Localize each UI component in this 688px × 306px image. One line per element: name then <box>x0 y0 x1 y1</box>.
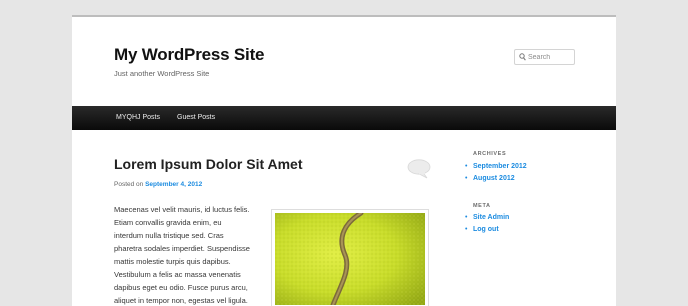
nav-item-guest-posts[interactable]: Guest Posts <box>177 106 215 130</box>
post-title[interactable]: Lorem Ipsum Dolor Sit Amet <box>114 156 303 172</box>
archive-item: • September 2012 <box>464 161 527 173</box>
post-meta-prefix: Posted on <box>114 181 144 188</box>
meta-item: • Site Admin <box>464 212 509 224</box>
post-content-line: dapibus eget eu odio. Fusce purus arcu, <box>114 283 248 292</box>
bullet-icon: • <box>465 214 468 221</box>
nav-item-myqhj-posts[interactable]: MYQHJ Posts <box>116 106 160 130</box>
bullet-icon: • <box>465 175 468 182</box>
log-out-link[interactable]: Log out <box>473 226 499 233</box>
search-box[interactable] <box>514 49 575 65</box>
site-description: Just another WordPress Site <box>114 69 210 78</box>
main-navigation: MYQHJ Posts Guest Posts <box>72 106 616 130</box>
search-input[interactable] <box>528 50 572 64</box>
archives-list: • September 2012 • August 2012 <box>464 161 527 185</box>
archives-widget-title: ARCHIVES <box>473 151 507 157</box>
post-content-line: mattis molestie turpis quis dapibus. <box>114 257 231 266</box>
site-admin-link[interactable]: Site Admin <box>473 214 509 221</box>
tennis-ball-image <box>275 210 425 306</box>
search-icon <box>519 53 526 61</box>
archive-link-september-2012[interactable]: September 2012 <box>473 163 527 170</box>
post-content: Maecenas vel velit mauris, id luctus fel… <box>114 203 274 306</box>
site-title[interactable]: My WordPress Site <box>114 45 264 65</box>
archive-item: • August 2012 <box>464 173 527 185</box>
archive-link-august-2012[interactable]: August 2012 <box>473 175 515 182</box>
post-date-link[interactable]: September 4, 2012 <box>145 181 202 188</box>
post-content-line: aliquet in tempor non, egestas vel ligul… <box>114 296 248 305</box>
post-content-line: Vestibulum a felis ac massa venenatis <box>114 270 241 279</box>
post-content-line: Maecenas vel velit mauris, id luctus fel… <box>114 205 250 214</box>
meta-list: • Site Admin • Log out <box>464 212 509 236</box>
post-meta: Posted on September 4, 2012 <box>114 181 202 188</box>
page-container: My WordPress Site Just another WordPress… <box>72 15 616 306</box>
bullet-icon: • <box>465 226 468 233</box>
comment-bubble-icon[interactable] <box>407 159 431 179</box>
post-content-line: Etiam convallis gravida enim, eu <box>114 218 222 227</box>
post-image-tennis-ball <box>271 209 429 306</box>
bullet-icon: • <box>465 163 468 170</box>
post-content-line: interdum nulla tristique sed. Cras <box>114 231 224 240</box>
meta-widget-title: META <box>473 203 491 209</box>
meta-item: • Log out <box>464 224 509 236</box>
post-content-line: pharetra sodales imperdiet. Suspendisse <box>114 244 250 253</box>
